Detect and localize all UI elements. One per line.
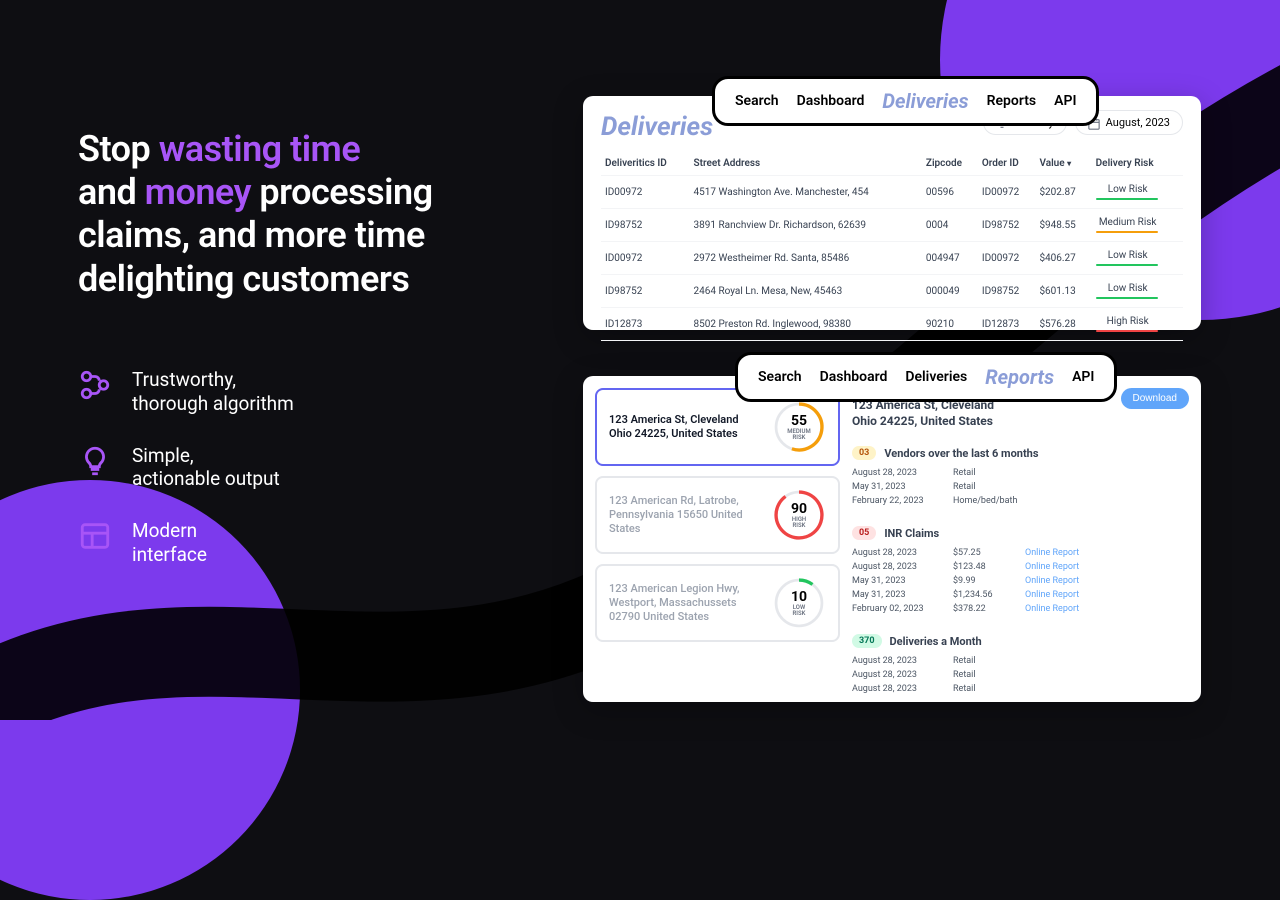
address-card[interactable]: 123 American Legion Hwy, Westport, Massa… (595, 564, 840, 642)
report-detail: Download 123 America St, Cleveland Ohio … (852, 388, 1189, 690)
column-header[interactable]: Zipcode (922, 152, 978, 176)
address-list: 123 America St, Cleveland Ohio 24225, Un… (595, 388, 840, 690)
feature-list: Trustworthy,thorough algorithm Simple,ac… (78, 368, 294, 595)
download-button[interactable]: Download (1121, 388, 1189, 409)
feature-item: Moderninterface (78, 519, 294, 567)
nav-tab-search[interactable]: Search (758, 369, 802, 385)
detail-row: May 31, 2023$9.99Online Report (852, 574, 1189, 588)
nav-tab-search[interactable]: Search (735, 93, 779, 109)
detail-row: August 28, 2023$123.48Online Report (852, 560, 1189, 574)
hero-headline: Stop wasting time and money processing c… (78, 128, 528, 301)
column-header[interactable]: Value ▾ (1035, 152, 1091, 176)
deliveries-panel: Deliveries Filter By August, 2023 Delive… (583, 96, 1201, 330)
algorithm-icon (78, 368, 112, 402)
detail-row: August 28, 2023Retail (852, 654, 1189, 668)
deliveries-table: Deliveritics IDStreet AddressZipcodeOrde… (601, 152, 1183, 341)
detail-row: August 28, 2023Retail (852, 466, 1189, 480)
risk-gauge: 90HIGHRISK (772, 488, 826, 542)
nav-tab-deliveries[interactable]: Deliveries (882, 89, 968, 113)
nav-tab-reports[interactable]: Reports (985, 365, 1054, 389)
table-row[interactable]: ID009724517 Washington Ave. Manchester, … (601, 176, 1183, 209)
nav-tabs: Search Dashboard Deliveries Reports API (735, 352, 1117, 402)
column-header[interactable]: Order ID (978, 152, 1036, 176)
nav-tab-api[interactable]: API (1072, 369, 1094, 385)
detail-row: May 31, 2023$1,234.56Online Report (852, 588, 1189, 602)
detail-row: February 02, 2023$378.22Online Report (852, 602, 1189, 616)
table-row[interactable]: ID009722972 Westheimer Rd. Santa, 854860… (601, 242, 1183, 275)
risk-gauge: 55MEDIUMRISK (772, 400, 826, 454)
table-row[interactable]: ID987523891 Ranchview Dr. Richardson, 62… (601, 209, 1183, 242)
risk-gauge: 10LOWRISK (772, 576, 826, 630)
nav-tabs: Search Dashboard Deliveries Reports API (712, 76, 1099, 126)
feature-item: Trustworthy,thorough algorithm (78, 368, 294, 416)
table-row[interactable]: ID128738502 Preston Rd. Inglewood, 98380… (601, 308, 1183, 341)
feature-item: Simple,actionable output (78, 444, 294, 492)
nav-tab-dashboard[interactable]: Dashboard (797, 93, 865, 109)
nav-tab-reports[interactable]: Reports (987, 93, 1037, 109)
layout-icon (78, 519, 112, 553)
detail-row: August 28, 2023Retail (852, 682, 1189, 696)
detail-row: May 31, 2023Retail (852, 480, 1189, 494)
column-header[interactable]: Street Address (690, 152, 922, 176)
address-card[interactable]: 123 American Rd, Latrobe, Pennsylvania 1… (595, 476, 840, 554)
detail-row: August 28, 2023Retail (852, 668, 1189, 682)
column-header[interactable]: Deliveritics ID (601, 152, 690, 176)
nav-tab-dashboard[interactable]: Dashboard (820, 369, 888, 385)
reports-panel: 123 America St, Cleveland Ohio 24225, Un… (583, 376, 1201, 702)
table-row[interactable]: ID987522464 Royal Ln. Mesa, New, 4546300… (601, 275, 1183, 308)
nav-tab-api[interactable]: API (1054, 93, 1076, 109)
nav-tab-deliveries[interactable]: Deliveries (905, 369, 967, 385)
column-header[interactable]: Delivery Risk (1092, 152, 1183, 176)
detail-row: August 28, 2023$57.25Online Report (852, 546, 1189, 560)
lightbulb-icon (78, 444, 112, 478)
detail-row: February 22, 2023Home/bed/bath (852, 494, 1189, 508)
